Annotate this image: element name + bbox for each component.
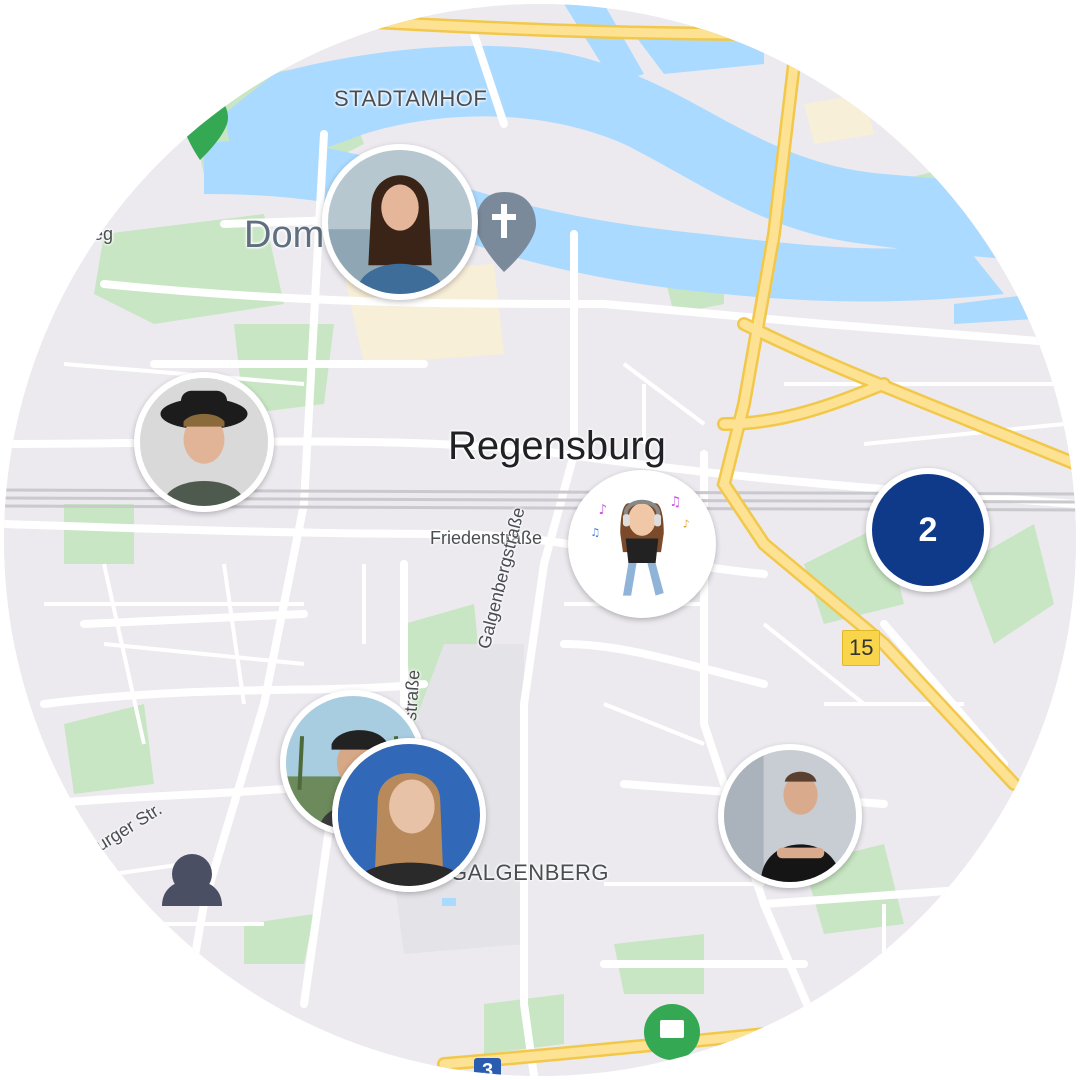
avatar-bitmoji-headphones: ♪ ♫ ♪ ♫ [574, 476, 710, 612]
district-label-galgenberg: GALGENBERG [450, 860, 610, 885]
poi-label-dom: Dom [244, 214, 325, 256]
svg-text:♫: ♫ [590, 526, 600, 539]
avatar-photo-woman-denim [328, 150, 472, 294]
friend-avatar-3[interactable]: ♪ ♫ ♪ ♫ [568, 470, 716, 618]
friends-cluster-marker[interactable]: 2 [866, 468, 990, 592]
road-shield-3: 3 [474, 1058, 502, 1076]
district-label-stadtamhof: STADTAMHOF [334, 86, 488, 111]
svg-text:♫: ♫ [669, 494, 681, 510]
friend-avatar-6[interactable] [718, 744, 862, 888]
avatar-photo-woman-blue-sky [338, 744, 480, 886]
avatar-photo-man-hat [140, 378, 268, 506]
city-label-regensburg: Regensburg [448, 424, 666, 468]
friend-avatar-1[interactable] [322, 144, 478, 300]
road-shield-15: 15 [842, 630, 881, 666]
friend-avatar-2[interactable] [134, 372, 274, 512]
station-pin-icon [644, 1004, 700, 1060]
svg-text:♪: ♪ [598, 502, 607, 518]
map-view[interactable]: STADTAMHOF Dom weg Regensburg Friedenstr… [4, 4, 1076, 1076]
avatar-photo-man-black-shirt [724, 750, 856, 882]
friend-avatar-5[interactable] [332, 738, 486, 892]
svg-text:♪: ♪ [683, 518, 690, 531]
street-label-weg: weg [80, 224, 114, 244]
street-label-friedenstrasse: Friedenstraße [430, 528, 543, 548]
